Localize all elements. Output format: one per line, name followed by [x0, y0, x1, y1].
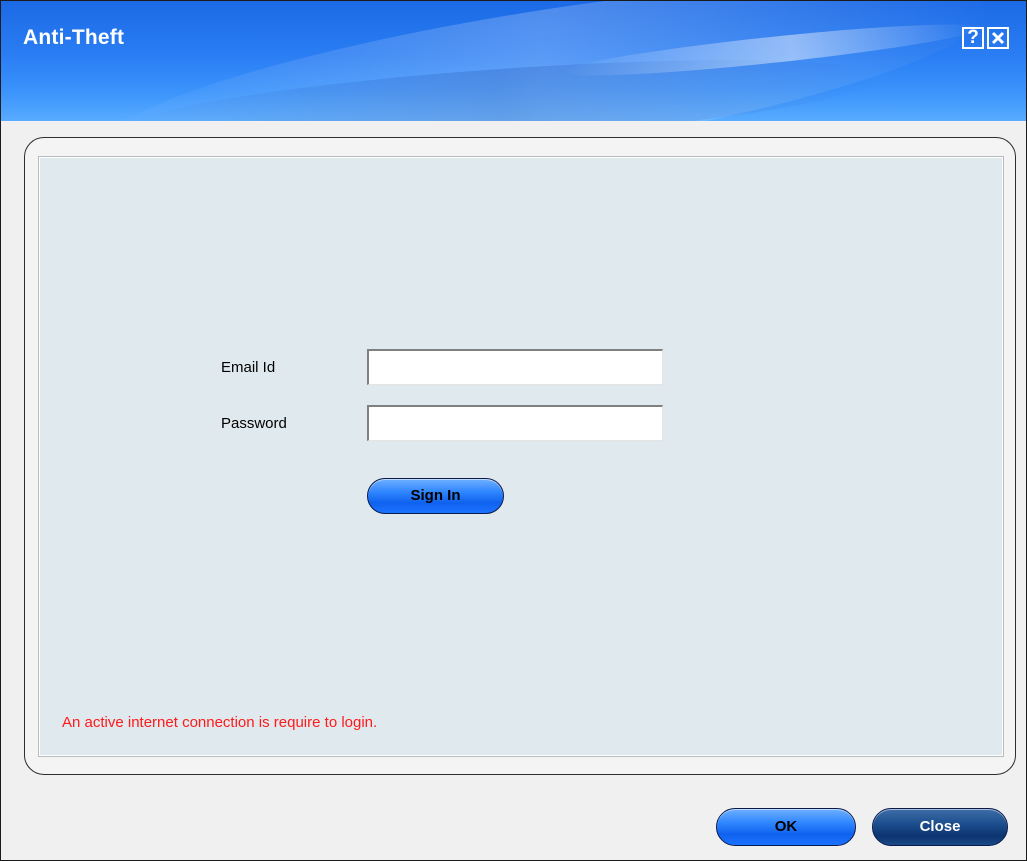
window-title: Anti-Theft	[23, 26, 125, 49]
email-input[interactable]	[367, 349, 663, 385]
login-panel	[38, 156, 1004, 757]
anti-theft-window: Anti-Theft ? Email Id Password Sign In A…	[0, 0, 1027, 861]
close-x-icon	[991, 31, 1005, 45]
ok-button[interactable]: OK	[716, 808, 856, 846]
sign-in-button[interactable]: Sign In	[367, 478, 504, 514]
connection-notice: An active internet connection is require…	[62, 714, 378, 731]
password-label: Password	[221, 415, 287, 432]
close-button[interactable]: Close	[872, 808, 1008, 846]
title-bar: Anti-Theft ?	[1, 1, 1026, 121]
help-button[interactable]: ?	[962, 27, 984, 49]
close-window-button[interactable]	[987, 27, 1009, 49]
email-label: Email Id	[221, 359, 276, 376]
password-input[interactable]	[367, 405, 663, 441]
